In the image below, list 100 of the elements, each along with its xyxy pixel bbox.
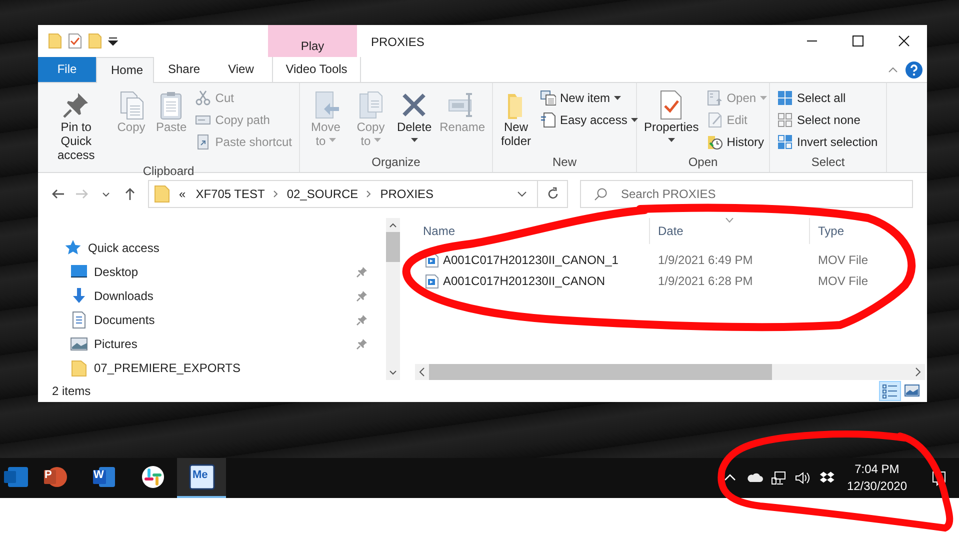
ribbon-button[interactable]: Delete [394, 87, 435, 155]
scrollbar-thumb[interactable] [386, 232, 400, 262]
history-icon [706, 134, 723, 150]
ribbon-button[interactable]: Pin to Quick access [42, 87, 110, 164]
refresh-icon [546, 187, 560, 201]
app-logo-icon [4, 464, 30, 490]
ribbon-group-label: Clipboard [142, 164, 196, 179]
notification-icon [931, 470, 947, 486]
ribbon-group-label: Select [810, 154, 846, 169]
chevron-down-icon [517, 190, 527, 198]
ribbon-tab[interactable]: Home [96, 57, 154, 83]
details-view-button[interactable] [879, 381, 901, 401]
file-name[interactable]: A001C017H201230II_CANON [443, 274, 606, 289]
help-icon[interactable] [905, 61, 923, 79]
file-menu-tab[interactable]: File [38, 57, 96, 82]
nav-item[interactable]: Documents [38, 308, 386, 332]
volume-icon [794, 470, 811, 486]
contextual-header-label: Play [300, 38, 324, 53]
file-type: MOV File [817, 253, 868, 268]
breadcrumb-segment[interactable]: XF705 TEST [192, 186, 268, 202]
shortcut-icon [195, 134, 212, 150]
ribbon-button[interactable]: New item [537, 87, 642, 109]
ribbon-group-label: Open [687, 154, 719, 169]
ribbon-tab[interactable]: Video Tools [272, 57, 361, 82]
breadcrumb-segment[interactable]: PROXIES [377, 186, 437, 202]
open-icon [706, 90, 723, 106]
caret-icon [374, 138, 381, 144]
caret-icon [668, 138, 675, 143]
video-file-icon [425, 274, 439, 289]
taskbar-app-button[interactable]: P [30, 458, 79, 498]
maximize-icon [850, 33, 866, 49]
ribbon-group-label: Organize [370, 154, 422, 169]
invert-selection-icon [777, 134, 793, 150]
nav-item[interactable]: Quick access [38, 236, 386, 260]
caret-icon [614, 96, 622, 100]
item-count: 2 items [52, 384, 91, 398]
app-logo-icon [42, 464, 68, 490]
app-logo-icon [140, 464, 166, 490]
easy-access-icon [540, 112, 556, 128]
app-logo-icon [90, 464, 116, 490]
search-field[interactable]: Search PROXIES [580, 180, 913, 208]
folder-icon [154, 185, 170, 203]
edit-icon [706, 112, 723, 128]
column-header[interactable]: Type [810, 218, 925, 244]
download-arrow-icon [70, 287, 88, 305]
scrollbar-thumb[interactable] [429, 364, 772, 380]
file-date: 1/9/2021 6:49 PM [657, 253, 754, 268]
chevron-down-icon [102, 192, 110, 196]
ribbon-group-label: New [551, 154, 578, 169]
folder-icon [70, 359, 88, 377]
details-view-icon [882, 383, 898, 399]
chevron-right-icon [365, 190, 374, 198]
caret-icon [328, 138, 336, 144]
nav-item[interactable]: Desktop [38, 260, 386, 284]
ribbon-tab[interactable]: View [212, 57, 270, 82]
star-icon [64, 239, 82, 257]
caret-icon [631, 118, 638, 122]
ribbon-tab[interactable]: Share [154, 57, 212, 82]
large-icons-view-icon [904, 383, 920, 399]
window-title: PROXIES [370, 34, 426, 51]
nav-item[interactable]: Downloads [38, 284, 386, 308]
ribbon-button[interactable]: Invert selection [774, 131, 881, 153]
nav-item[interactable]: Pictures [38, 332, 386, 356]
document-check-icon[interactable] [68, 33, 82, 49]
select-none-icon [777, 112, 793, 128]
breadcrumb-segment[interactable]: 02_SOURCE [284, 186, 362, 202]
caret-icon [760, 96, 768, 100]
sort-indicator-icon [725, 218, 734, 223]
app-logo-icon [188, 464, 214, 490]
ribbon-button[interactable]: Easy access [537, 109, 642, 131]
ribbon-button[interactable]: New folder [497, 87, 535, 155]
select-all-icon [777, 90, 793, 106]
taskbar-app-button[interactable]: Me [177, 458, 226, 498]
file-type: MOV File [817, 274, 868, 289]
document-icon [70, 311, 88, 329]
picture-icon [70, 335, 88, 353]
column-header[interactable]: Date [650, 218, 810, 244]
taskbar-app-button[interactable]: W [79, 458, 128, 498]
new-item-icon [540, 90, 556, 106]
ribbon-button[interactable]: Select all [774, 87, 881, 109]
minimize-icon [806, 40, 818, 42]
vertical-scrollbar[interactable] [386, 218, 400, 380]
nav-item[interactable]: 07_PREMIERE_EXPORTS [38, 356, 386, 380]
ribbon-button[interactable]: Select none [774, 109, 881, 131]
clock[interactable]: 7:04 PM 12/30/2020 [838, 460, 915, 496]
horizontal-scrollbar[interactable] [415, 364, 925, 380]
ribbon-button[interactable]: History [704, 131, 770, 153]
scissors-icon [195, 90, 212, 106]
overflow-chevron[interactable]: « [176, 186, 189, 202]
file-name[interactable]: A001C017H201230II_CANON_1 [443, 253, 618, 268]
address-bar[interactable]: « XF705 TEST 02_SOURCE PROXIES [148, 180, 568, 208]
column-header[interactable]: Name [415, 218, 650, 244]
caret-icon [410, 138, 418, 143]
search-icon [594, 187, 608, 201]
network-icon [770, 470, 787, 486]
chevron-right-icon [272, 190, 280, 198]
file-date: 1/9/2021 6:28 PM [657, 274, 754, 289]
dropdown-icon[interactable] [108, 36, 118, 46]
close-icon [896, 33, 912, 49]
ribbon-button[interactable]: Properties [641, 87, 702, 155]
